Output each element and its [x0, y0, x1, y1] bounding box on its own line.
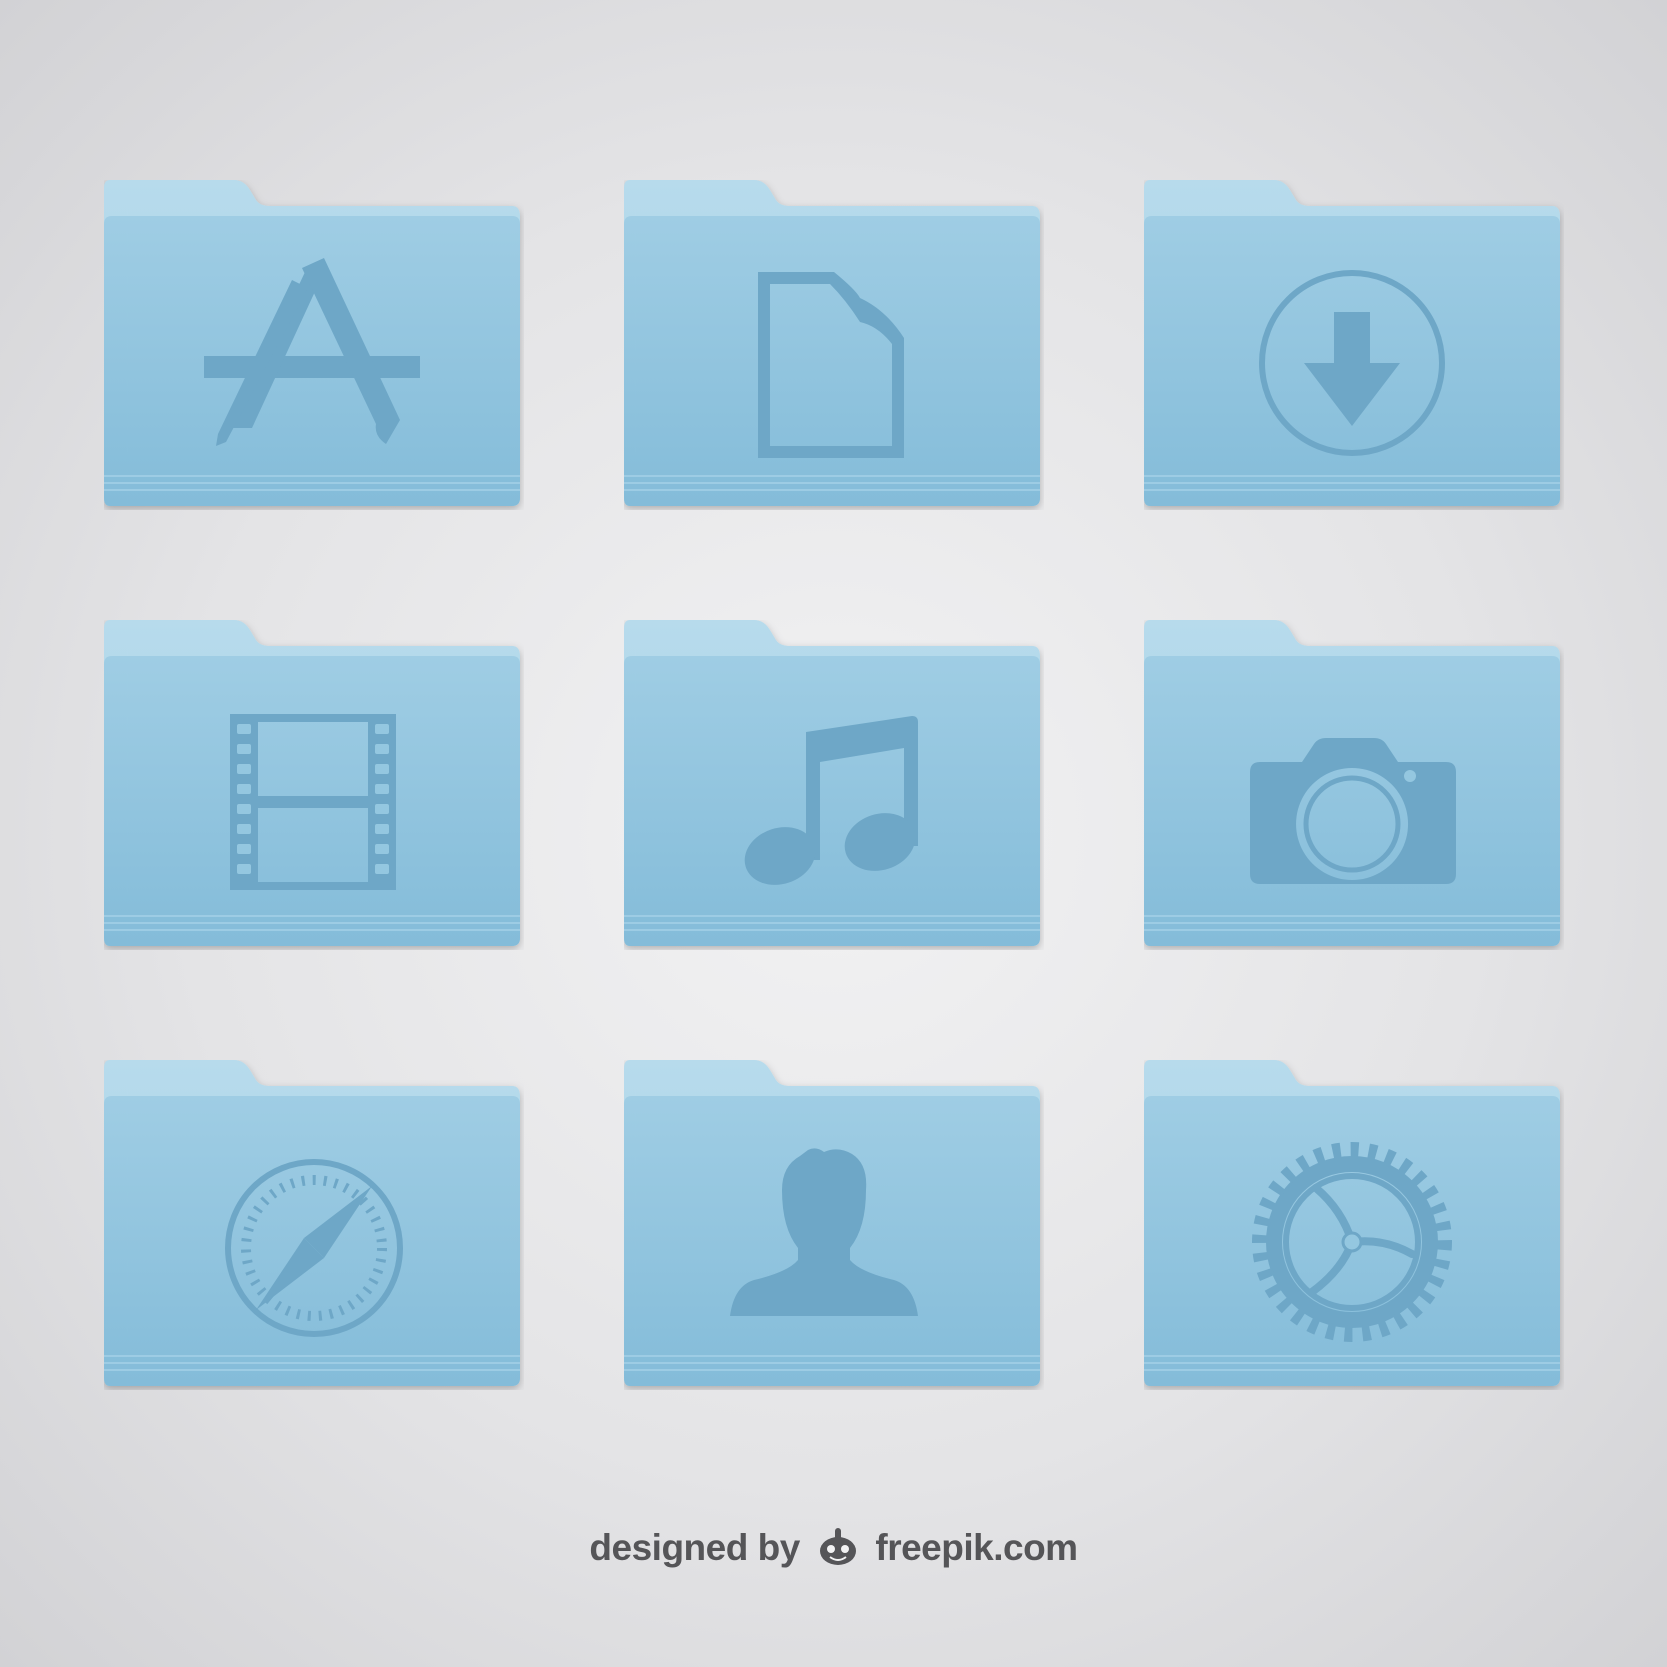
user-silhouette-icon	[730, 1148, 918, 1316]
gear-icon	[1252, 1142, 1452, 1342]
safari-folder[interactable]	[104, 1060, 524, 1390]
app-store-icon	[204, 258, 420, 446]
settings-folder[interactable]	[1144, 1060, 1564, 1390]
movies-folder[interactable]	[104, 620, 524, 950]
user-folder[interactable]	[624, 1060, 1044, 1390]
pictures-folder[interactable]	[1144, 620, 1564, 950]
download-arrow-icon	[1259, 270, 1445, 456]
attribution-brand[interactable]: freepik.com	[875, 1527, 1078, 1568]
attribution-prefix: designed by	[589, 1527, 800, 1568]
applications-folder[interactable]	[104, 180, 524, 510]
document-icon	[758, 272, 904, 458]
camera-icon	[1250, 738, 1456, 884]
music-folder[interactable]	[624, 620, 1044, 950]
attribution-footer: designed by freepik.com	[0, 1527, 1667, 1573]
film-strip-icon	[230, 714, 396, 890]
freepik-mascot-icon	[819, 1528, 856, 1566]
folder-grid	[0, 0, 1667, 1667]
documents-folder[interactable]	[624, 180, 1044, 510]
compass-icon	[225, 1159, 403, 1337]
downloads-folder[interactable]	[1144, 180, 1564, 510]
music-note-icon	[744, 716, 918, 885]
